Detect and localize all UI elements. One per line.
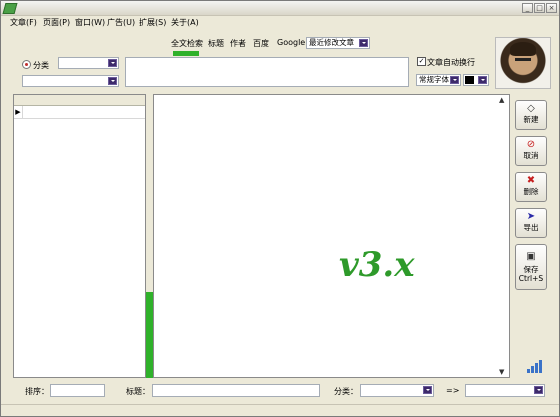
delete-icon: ✖ [526, 175, 536, 186]
bottom-category-label: 分类： [334, 387, 358, 396]
delete-button-label: 删除 [523, 187, 539, 196]
auto-wrap-checkbox[interactable]: ✓ [417, 57, 426, 66]
splitter-progress [146, 292, 153, 378]
arrow-label: => [446, 386, 460, 395]
new-button-label: 新建 [523, 115, 539, 124]
editor-scrollbar[interactable]: ▲ ▼ [498, 96, 508, 376]
scroll-down-icon[interactable]: ▼ [499, 368, 504, 376]
cancel-icon: ⊘ [526, 139, 536, 150]
menu-window[interactable]: 窗口(W) [75, 17, 105, 28]
menu-ads[interactable]: 广告(U) [107, 17, 135, 28]
table-row[interactable]: ▶ [14, 106, 145, 119]
tab-title[interactable]: 标题 [208, 38, 224, 49]
export-icon: ➤ [526, 211, 536, 222]
tab-fulltext[interactable]: 全文检索 [171, 38, 203, 49]
bottom-category-select[interactable] [360, 384, 434, 397]
category-select-2[interactable] [22, 75, 119, 87]
export-button[interactable]: ➤ 导出 [515, 208, 547, 238]
menu-article[interactable]: 文章(F) [10, 17, 37, 28]
save-button-label: 保存 Ctrl+S [518, 265, 544, 283]
font-select[interactable]: 常规字体 [416, 74, 461, 86]
chevron-down-icon [423, 386, 432, 394]
menu-about[interactable]: 关于(A) [171, 17, 199, 28]
font-select-value: 常规字体 [419, 75, 449, 84]
app-icon [2, 3, 18, 14]
tab-baidu[interactable]: 百度 [253, 38, 269, 49]
chevron-down-icon [450, 76, 459, 84]
row-indicator-icon: ▶ [14, 106, 23, 118]
scroll-up-icon[interactable]: ▲ [499, 96, 504, 104]
restore-button[interactable]: □ [534, 3, 545, 13]
target-category-select[interactable] [465, 384, 545, 397]
auto-wrap-label: 文章自动换行 [427, 58, 475, 67]
tab-google[interactable]: Google [277, 38, 305, 47]
search-input[interactable] [125, 57, 409, 87]
chevron-down-icon [108, 77, 117, 85]
version-label: v3.x [339, 245, 415, 285]
menu-extensions[interactable]: 扩展(S) [139, 17, 166, 28]
status-divider [1, 404, 559, 405]
recent-articles-select[interactable]: 最近修改文章 [306, 37, 370, 49]
title-input[interactable] [152, 384, 320, 397]
delete-button[interactable]: ✖ 删除 [515, 172, 547, 202]
cancel-button[interactable]: ⊘ 取消 [515, 136, 547, 166]
menu-bar: 文章(F) 页面(P) 窗口(W) 广告(U) 扩展(S) 关于(A) [1, 16, 559, 29]
minimize-button[interactable]: _ [522, 3, 533, 13]
export-button-label: 导出 [523, 223, 539, 232]
pane-splitter[interactable] [146, 94, 153, 378]
tab-author[interactable]: 作者 [230, 38, 246, 49]
category-radio-label: 分类 [33, 61, 49, 70]
chevron-down-icon [534, 386, 543, 394]
save-button[interactable]: ▣ 保存 Ctrl+S [515, 244, 547, 290]
category-radio[interactable] [22, 60, 31, 69]
category-select-1[interactable] [58, 57, 119, 69]
bottom-toolbar: 排序： 标题： 分类： => [1, 381, 559, 401]
title-bar[interactable]: _ □ × [1, 1, 559, 16]
avatar [495, 37, 551, 89]
chevron-down-icon [108, 59, 117, 67]
sort-label: 排序： [25, 387, 49, 396]
article-list-header [14, 95, 145, 106]
title-label: 标题： [126, 387, 150, 396]
close-button[interactable]: × [546, 3, 557, 13]
new-button[interactable]: ◇ 新建 [515, 100, 547, 130]
article-list[interactable]: ▶ [13, 94, 146, 378]
active-tab-indicator [173, 51, 199, 56]
article-editor[interactable]: ▲ ▼ [153, 94, 510, 378]
chevron-down-icon [359, 39, 368, 47]
main-window: _ □ × 文章(F) 页面(P) 窗口(W) 广告(U) 扩展(S) 关于(A… [0, 0, 560, 417]
menu-page[interactable]: 页面(P) [43, 17, 70, 28]
chevron-down-icon [478, 76, 487, 84]
new-icon: ◇ [527, 103, 535, 114]
sort-input[interactable] [50, 384, 105, 397]
signal-bars-icon [527, 359, 545, 373]
cancel-button-label: 取消 [523, 151, 539, 160]
save-icon: ▣ [526, 251, 536, 262]
color-swatch [465, 76, 474, 84]
recent-articles-value: 最近修改文章 [309, 38, 354, 47]
